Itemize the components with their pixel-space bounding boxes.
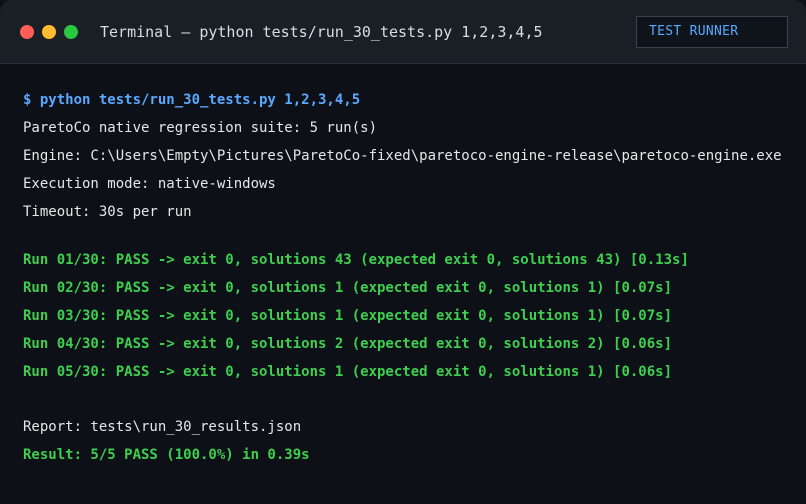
summary-result-line: Result: 5/5 PASS (100.0%) in 0.39s bbox=[23, 447, 310, 463]
window-title: Terminal — python tests/run_30_tests.py … bbox=[100, 23, 543, 41]
run-result-line: Run 03/30: PASS -> exit 0, solutions 1 (… bbox=[23, 308, 673, 324]
terminal-output[interactable]: $ python tests/run_30_tests.py 1,2,3,4,5… bbox=[23, 86, 793, 469]
suite-header-line: ParetoCo native regression suite: 5 run(… bbox=[23, 120, 378, 136]
run-result-line: Run 04/30: PASS -> exit 0, solutions 2 (… bbox=[23, 336, 673, 352]
execution-mode-line: Execution mode: native-windows bbox=[23, 176, 276, 192]
command-line: $ python tests/run_30_tests.py 1,2,3,4,5 bbox=[23, 92, 361, 108]
test-runner-badge: TEST RUNNER bbox=[636, 16, 788, 48]
minimize-button[interactable] bbox=[42, 25, 56, 39]
terminal-window: Terminal — python tests/run_30_tests.py … bbox=[0, 0, 806, 504]
run-result-line: Run 02/30: PASS -> exit 0, solutions 1 (… bbox=[23, 280, 673, 296]
maximize-button[interactable] bbox=[64, 25, 78, 39]
run-result-line: Run 05/30: PASS -> exit 0, solutions 1 (… bbox=[23, 364, 673, 380]
close-button[interactable] bbox=[20, 25, 34, 39]
engine-path-line: Engine: C:\Users\Empty\Pictures\ParetoCo… bbox=[23, 148, 782, 164]
title-bar: Terminal — python tests/run_30_tests.py … bbox=[0, 0, 806, 64]
report-line: Report: tests\run_30_results.json bbox=[23, 419, 302, 435]
run-result-line: Run 01/30: PASS -> exit 0, solutions 43 … bbox=[23, 252, 689, 268]
timeout-line: Timeout: 30s per run bbox=[23, 204, 192, 220]
